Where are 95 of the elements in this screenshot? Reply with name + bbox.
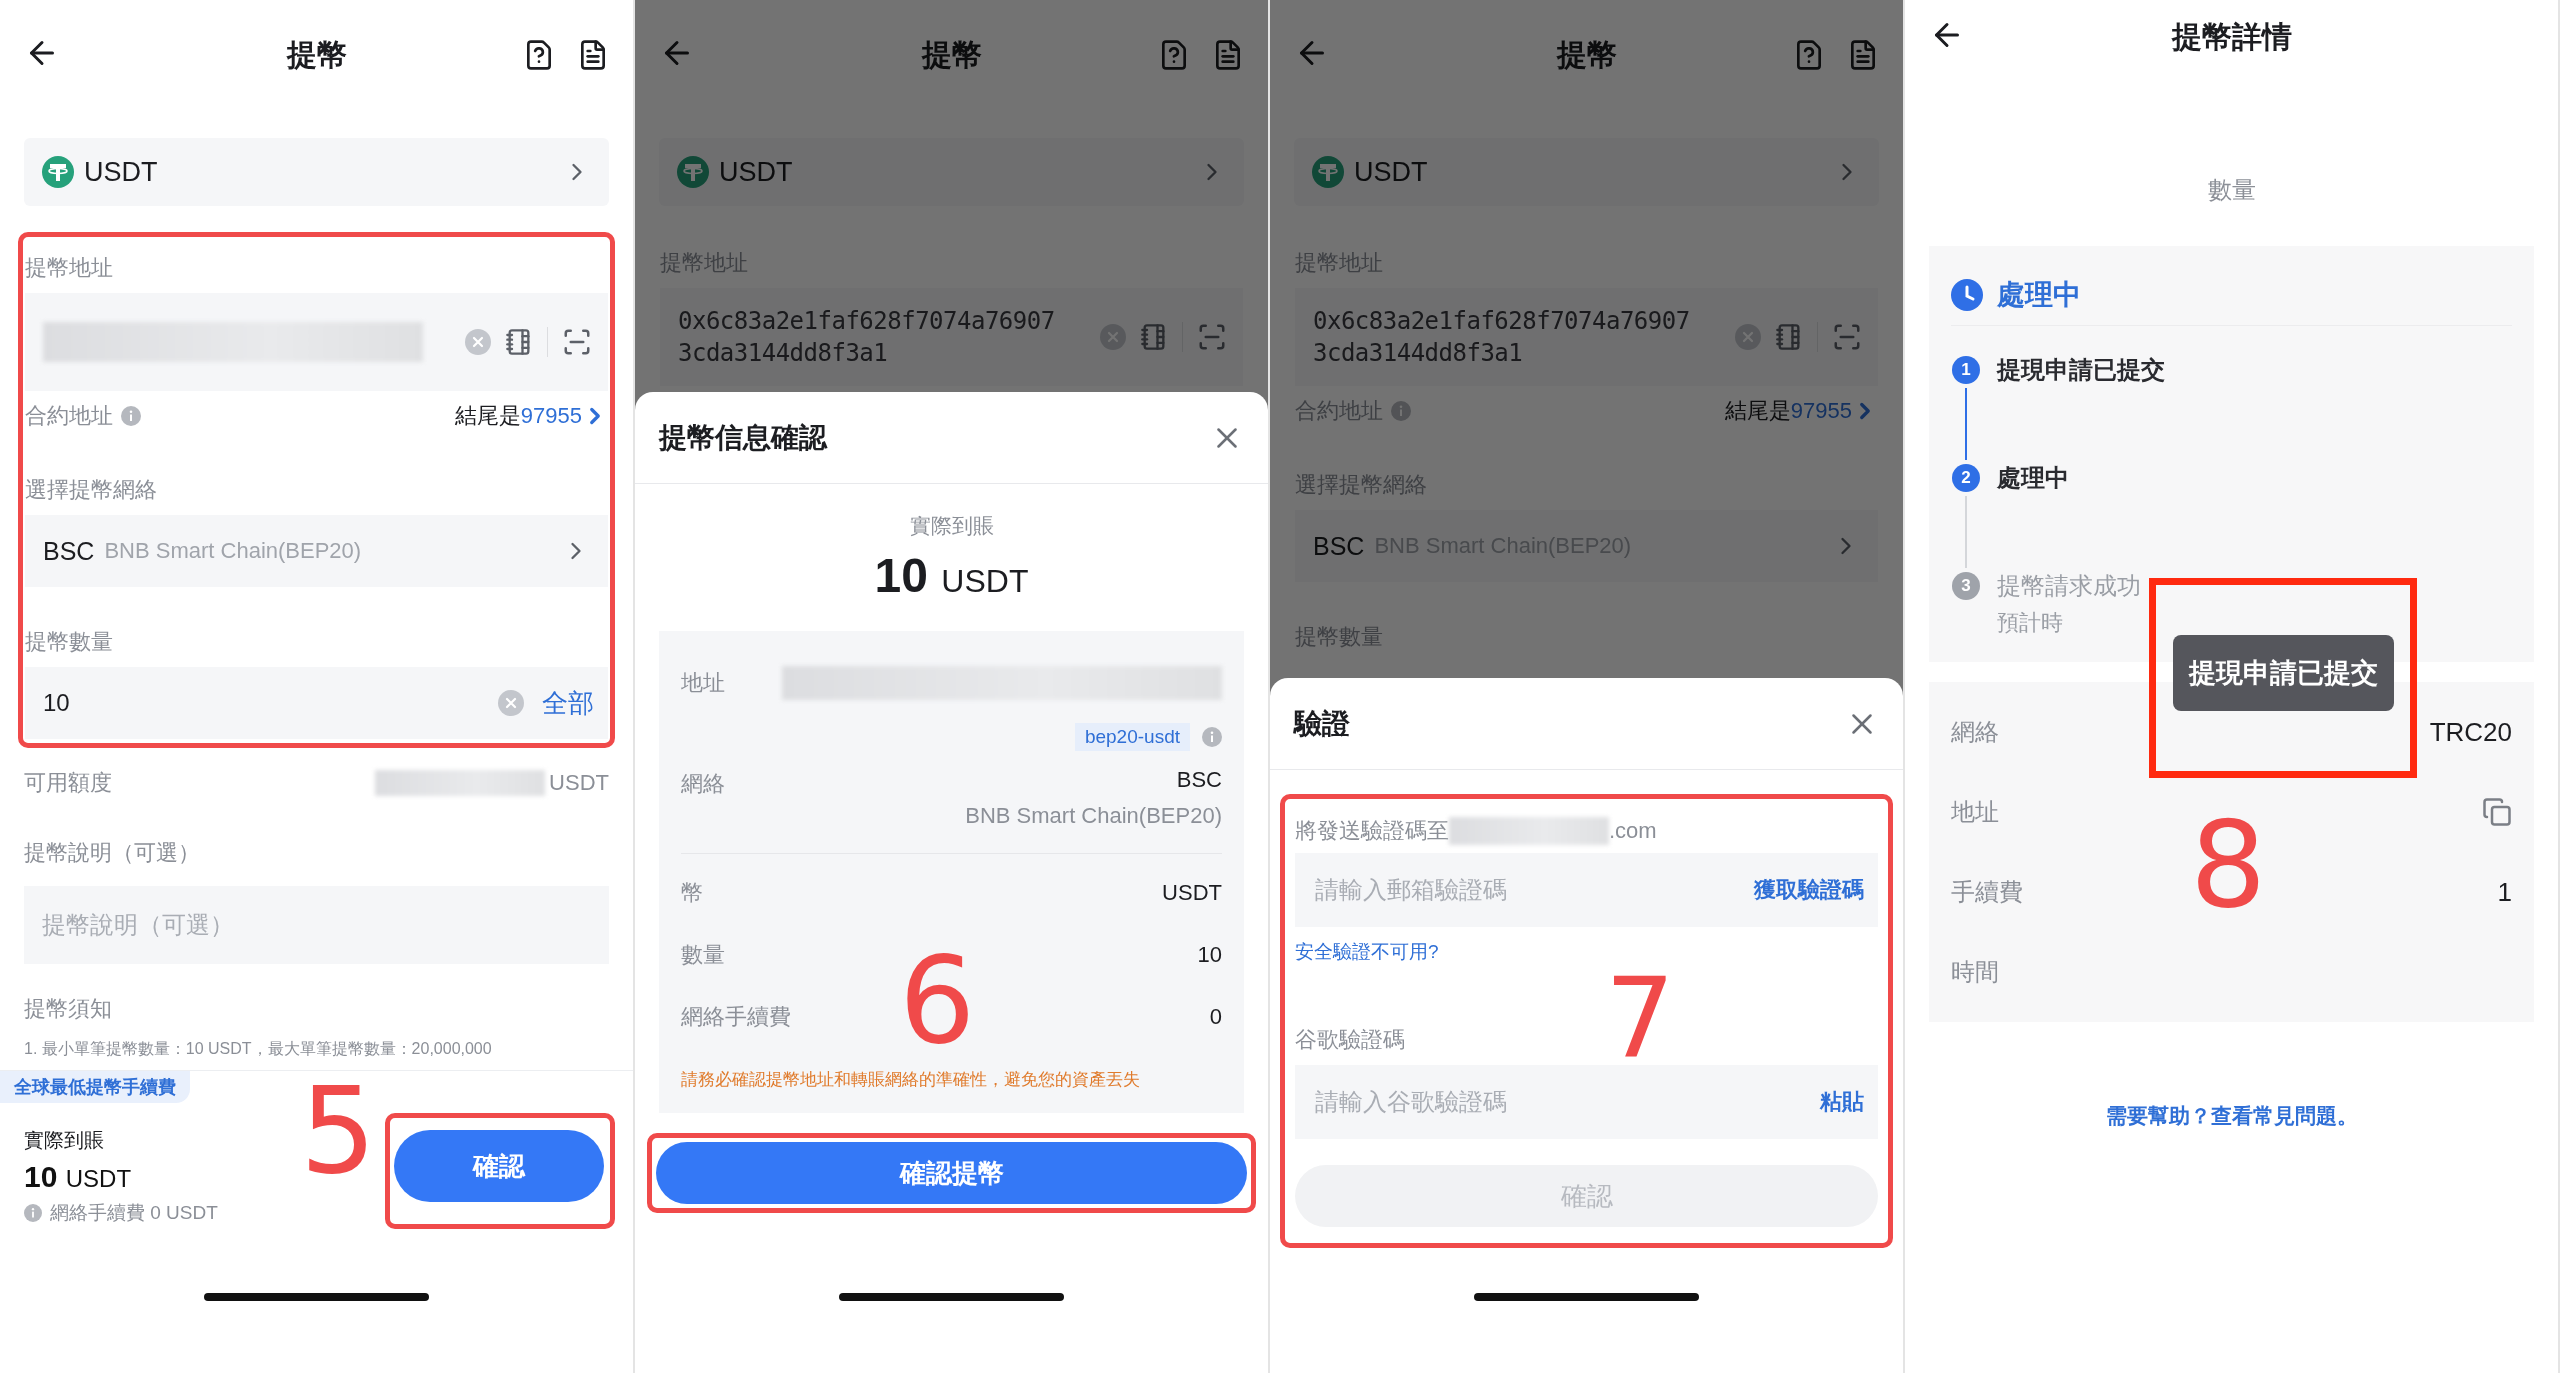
clock-icon [1951,278,1983,311]
field-label: 選擇提幣網絡 [25,476,158,504]
amount-label: 數量 [2206,175,2257,205]
contract-ending[interactable]: 結尾是97955 [1724,396,1878,426]
step-label: 提現申請已提交 [1997,356,2166,384]
address-book-icon[interactable] [505,328,533,356]
email-suffix: .com [1609,818,1657,844]
fee-text: 網絡手續費 0 USDT [50,1201,218,1225]
row-label: 時間 [1951,957,1999,987]
row-label: 網絡手續費 [681,1003,791,1031]
step-badge: 2 [1952,464,1980,492]
row-value: USDT [1162,880,1222,906]
step-badge: 1 [1952,356,1980,384]
unit-text: USDT [549,770,609,796]
network-selector[interactable]: BSC BNB Smart Chain(BEP20) [25,515,608,587]
info-icon [1391,401,1411,421]
row-label: 網絡 [1951,717,1999,747]
page-title: 提幣 [921,36,982,73]
step-subtext: 預計時 [1997,609,2064,637]
help-link[interactable]: 需要幫助？查看常見問題。 [2105,1102,2358,1130]
row-label: 數量 [681,941,725,969]
sheet-title: 提幣信息確認 [659,420,827,455]
step-number: 7 [1605,973,1675,1065]
google-code-field[interactable]: 請輸入谷歌驗證碼 粘貼 [1295,1065,1878,1139]
email-code-field[interactable]: 請輸入郵箱驗證碼 獲取驗證碼 [1295,853,1878,927]
address-field[interactable]: 0x6c83a2e1faf628f7074a76907 3cda3144dd8f3a1 [660,288,1243,386]
coin-icon [677,156,709,188]
row-value: 0 [1209,1004,1222,1030]
row-value: 10 [1197,942,1222,968]
all-button[interactable]: 全部 [542,685,594,721]
memo-field[interactable]: 提幣說明（可選） [24,886,609,964]
field-label: 可用額度 [24,769,112,797]
step-label: 提幣請求成功 [1997,572,2142,600]
coin-selector[interactable]: USDT [1294,138,1879,206]
copy-icon[interactable] [2482,797,2512,827]
row-value: BNB Smart Chain(BEP20) [965,803,1222,829]
sheet-title: 驗證 [1294,706,1350,741]
row-value: BSC [1176,767,1222,793]
received-label: 實際到賬 [24,1128,105,1153]
address-field[interactable] [25,293,608,391]
field-label: 谷歌驗證碼 [1295,1026,1405,1054]
row-value: 1 [2497,876,2512,908]
paste-button[interactable]: 粘貼 [1820,1087,1864,1117]
page-title: 提幣詳情 [2171,18,2292,55]
coin-icon [1312,156,1344,188]
row-label: 地址 [681,669,725,697]
step-label: 處理中 [1997,464,2070,492]
received-amount: 10 USDT [873,548,1030,603]
address-book-icon[interactable] [1775,323,1803,351]
step-badge: 3 [1952,572,1980,600]
step-number: 6 [899,951,976,1051]
contract-ending[interactable]: 結尾是97955 [454,401,608,431]
section-label: 提幣須知 [24,995,113,1023]
page-title: 提幣 [1556,36,1617,73]
coin-icon [42,156,74,188]
submit-button[interactable]: 確認提幣 [656,1142,1247,1204]
info-icon [121,406,141,426]
info-icon [1202,727,1222,747]
scan-icon[interactable] [562,327,592,357]
row-label: 地址 [1951,797,1999,827]
scan-icon[interactable] [1197,322,1227,352]
address-field[interactable]: 0x6c83a2e1faf628f7074a76907 3cda3144dd8f3a1 [1295,288,1878,386]
row-label: 手續費 [1951,877,2023,907]
address-text: 0x6c83a2e1faf628f7074a76907 3cda3144dd8f3a1 [678,306,1056,369]
coin-selector[interactable]: USDT [659,138,1244,206]
step-connector [1965,388,1967,460]
amount-field[interactable]: 10 全部 [25,667,608,739]
field-label: 提幣說明（可選） [24,839,201,867]
status-text: 處理中 [1997,277,2081,312]
received-label: 實際到賬 [908,513,995,539]
confirm-button[interactable]: 確認 [394,1130,604,1202]
step-number: 5 [300,1081,377,1181]
info-icon [24,1204,42,1222]
notice-text: 1. 最小單筆提幣數量：10 USDT，最大單筆提幣數量：20,000,000 [24,1039,493,1059]
email-prefix: 將發送驗證碼至 [1295,817,1449,845]
field-label: 合約地址 [25,402,113,430]
row-value: TRC20 [2429,716,2512,748]
warning-text: 請務必確認提幣地址和轉賬網絡的準確性，避免您的資產丟失 [681,1069,1141,1091]
unavailable-link[interactable]: 安全驗證不可用? [1295,939,1439,965]
row-label: 網絡 [681,770,725,798]
coin-selector[interactable]: USDT [24,138,609,206]
get-code-button[interactable]: 獲取驗證碼 [1754,875,1864,905]
promo-tag: 全球最低提幣手續費 [0,1071,190,1103]
scan-icon[interactable] [1832,322,1862,352]
step-number: 8 [2190,815,2267,915]
address-book-icon[interactable] [1140,323,1168,351]
field-label: 提幣地址 [25,254,114,282]
field-label: 提幣數量 [25,628,114,656]
row-label: 幣 [681,879,703,907]
address-text: 0x6c83a2e1faf628f7074a76907 3cda3144dd8f3a1 [1313,306,1691,369]
step-connector [1965,496,1967,568]
toast-message: 提現申請已提交 [2172,635,2394,711]
network-tag: bep20-usdt [1074,723,1190,751]
received-amount: 10 USDT [24,1160,133,1194]
page-title: 提幣 [286,36,347,73]
